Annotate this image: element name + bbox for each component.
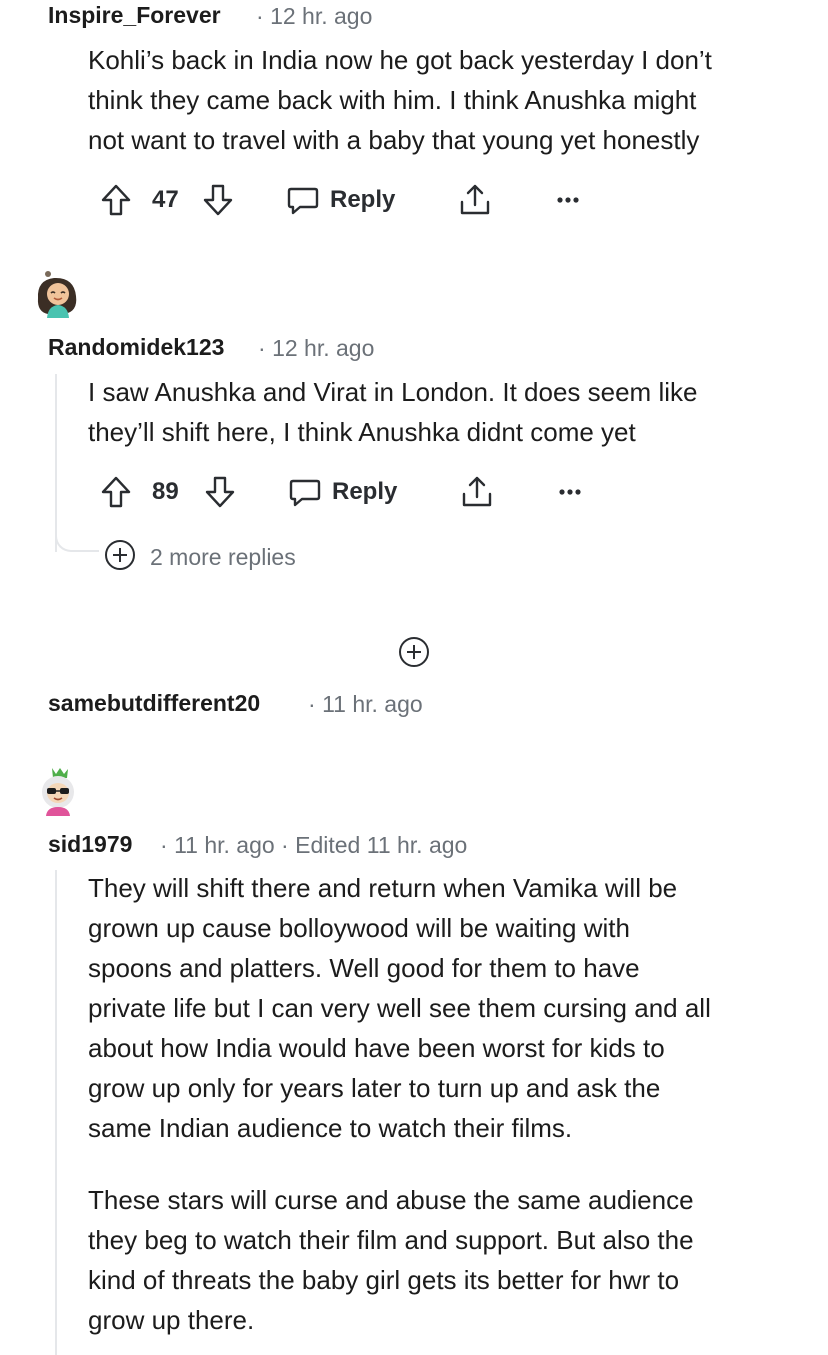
reply-label: Reply [330, 186, 396, 213]
comment-line: not want to travel with a baby that youn… [88, 125, 700, 155]
comment-actions: 89 Reply [100, 470, 600, 514]
vote-score: 89 [152, 478, 179, 505]
user-avatar[interactable] [34, 766, 80, 816]
comment-line: grow up there. [88, 1305, 255, 1335]
comment-line: about how India would have been worst fo… [88, 1033, 665, 1063]
reply-label: Reply [332, 478, 398, 505]
comment-meta: · 12 hr. ago [256, 3, 373, 29]
more-options-button[interactable] [556, 178, 580, 222]
reply-button[interactable]: Reply [286, 178, 395, 222]
share-upload-icon [460, 475, 494, 509]
downvote-button[interactable] [202, 178, 234, 222]
timestamp: 11 hr. ago [174, 832, 275, 858]
comment-body: They will shift there and return when Va… [88, 868, 808, 1148]
plus-circle-icon [398, 637, 430, 672]
speech-bubble-icon [288, 475, 322, 509]
comment-body: Kohli’s back in India now he got back ye… [88, 40, 808, 160]
reply-button[interactable]: Reply [288, 470, 397, 514]
upvote-arrow-icon [100, 475, 132, 509]
upvote-arrow-icon [100, 183, 132, 217]
comment-line: private life but I can very well see the… [88, 993, 711, 1023]
upvote-button[interactable] [100, 470, 132, 514]
more-replies-button[interactable]: 2 more replies [104, 539, 296, 576]
plus-circle-icon [104, 539, 136, 576]
comment-line: grown up cause bolloywood will be waitin… [88, 913, 630, 943]
comment-line: they beg to watch their film and support… [88, 1225, 694, 1255]
user-avatar[interactable] [34, 268, 80, 318]
timestamp: 12 hr. ago [272, 335, 375, 361]
comment-line: same Indian audience to watch their film… [88, 1113, 573, 1143]
comment-line: These stars will curse and abuse the sam… [88, 1185, 694, 1215]
ellipsis-icon [556, 196, 580, 204]
share-upload-icon [458, 183, 492, 217]
expand-comment-button[interactable] [398, 636, 430, 673]
timestamp: 12 hr. ago [270, 3, 373, 29]
downvote-arrow-icon [202, 183, 234, 217]
thread-connector [55, 532, 99, 552]
comment-line: Kohli’s back in India now he got back ye… [88, 45, 712, 75]
comment-author[interactable]: Randomidek123 [48, 334, 224, 361]
downvote-button[interactable] [204, 470, 236, 514]
comment-actions: 47 Reply [100, 178, 600, 222]
comment-line: think they came back with him. I think A… [88, 85, 697, 115]
downvote-arrow-icon [204, 475, 236, 509]
timestamp: 11 hr. ago [322, 691, 423, 717]
comment-line: I saw Anushka and Virat in London. It do… [88, 377, 698, 407]
upvote-button[interactable] [100, 178, 132, 222]
comment-line: grow up only for years later to turn up … [88, 1073, 661, 1103]
thread-line [55, 870, 57, 1355]
comment-line: they’ll shift here, I think Anushka didn… [88, 417, 636, 447]
comment-line: spoons and platters. Well good for them … [88, 953, 640, 983]
comment-body: I saw Anushka and Virat in London. It do… [88, 372, 808, 452]
comment-meta: · 11 hr. ago [308, 691, 423, 717]
comment-author[interactable]: Inspire_Forever [48, 2, 221, 29]
more-options-button[interactable] [558, 470, 582, 514]
comment-line: kind of threats the baby girl gets its b… [88, 1265, 680, 1295]
comment-author[interactable]: samebutdifferent20 [48, 690, 260, 717]
comment-line: They will shift there and return when Va… [88, 873, 678, 903]
comment-body: These stars will curse and abuse the sam… [88, 1180, 808, 1340]
edited-label: Edited 11 hr. ago [295, 832, 468, 858]
more-replies-label: 2 more replies [150, 544, 296, 570]
comment-meta: · 12 hr. ago [258, 335, 375, 361]
share-button[interactable] [460, 470, 494, 514]
ellipsis-icon [558, 488, 582, 496]
speech-bubble-icon [286, 183, 320, 217]
thread-line [55, 374, 57, 552]
vote-score: 47 [152, 186, 179, 213]
share-button[interactable] [458, 178, 492, 222]
comment-meta: · 11 hr. ago · Edited 11 hr. ago [160, 832, 468, 858]
comment-author[interactable]: sid1979 [48, 831, 132, 858]
